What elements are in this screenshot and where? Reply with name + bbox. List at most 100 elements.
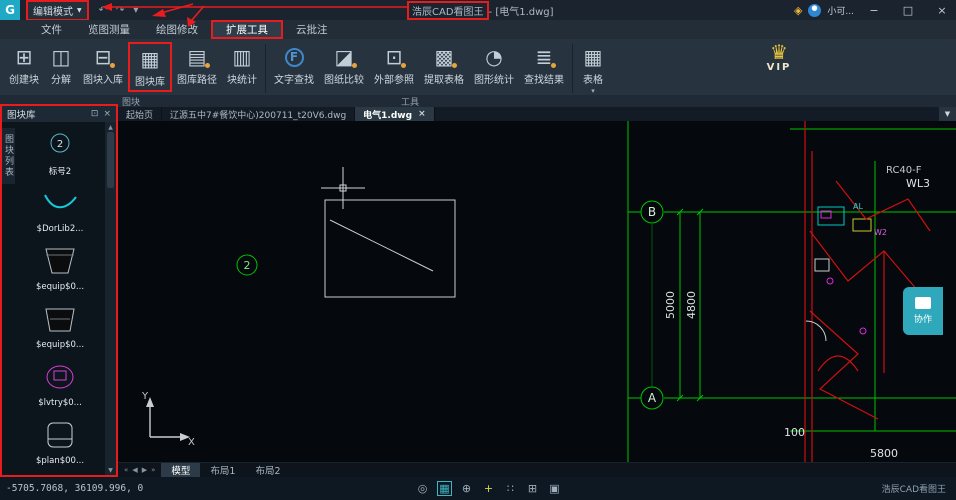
ribbon-separator [572,44,573,93]
scroll-up-icon[interactable]: ▲ [108,122,113,132]
dimension-100: 100 [784,426,805,439]
drawing-canvas-area[interactable]: B A 5000 4800 [118,121,956,462]
panel-title: 图块库 [7,107,36,121]
scroll-down-icon[interactable]: ▼ [108,465,113,475]
osnap-icon[interactable]: ◎ [415,481,430,496]
graphics-statistics-button[interactable]: ◔ 图形统计 [469,42,519,88]
collaborate-button[interactable]: 协作 [903,287,943,335]
tab-layout2[interactable]: 布局2 [245,463,290,477]
cursor-coordinates: -5705.7068, 36109.996, 0 [0,483,143,494]
external-reference-button[interactable]: ⊡ 外部参照 [369,42,419,88]
list-item[interactable]: $equip$0... [15,296,105,354]
label-wl3: WL3 [906,177,930,190]
snap-spacing-icon[interactable]: ∷ [503,481,518,496]
app-window: G 编辑模式 ▼ ↶ ↷ ▾ 浩辰CAD看图王 - [电气1.dwg] ◈ 小可… [0,0,956,500]
toolbar-dropdown-icon[interactable]: ▾ [133,5,138,16]
button-label: 块统计 [227,71,257,86]
menu-extended-tools[interactable]: 扩展工具 [211,20,283,39]
text-find-button[interactable]: F 文字查找 [269,42,319,88]
block-to-library-button[interactable]: ⊟ 图块入库 [78,42,128,88]
table-button[interactable]: ▦ 表格 ▾ [576,42,610,97]
vip-badge[interactable]: ♛ VIP [757,42,801,73]
grid-toggle-icon[interactable]: ▦ [437,481,452,496]
minimize-button[interactable]: − [860,0,888,20]
button-label: 文字查找 [274,71,314,86]
drawing-canvas[interactable]: B A 5000 4800 [118,121,956,462]
tab-start-page[interactable]: 起始页 [118,107,162,121]
crosshair-toggle-icon[interactable]: + [481,481,496,496]
tab-layout1[interactable]: 布局1 [200,463,245,477]
drawing-compare-button[interactable]: ◪ 图纸比较 [319,42,369,88]
tab-drawing-electrical[interactable]: 电气1.dwg × [355,107,434,121]
menu-cloud-annotation[interactable]: 云批注 [283,20,341,39]
ortho-icon[interactable]: ⊞ [525,481,540,496]
find-results-button[interactable]: ≣ 查找结果 [519,42,569,88]
tab-model[interactable]: 模型 [161,463,200,477]
menu-file[interactable]: 文件 [28,20,75,39]
button-label: 查找结果 [524,71,564,86]
create-block-button[interactable]: ⊞ 创建块 [4,42,44,88]
list-item[interactable]: $DorLib2... [15,180,105,238]
explode-button[interactable]: ◫ 分解 [44,42,78,88]
pin-icon[interactable]: ⊡ [91,109,99,119]
accent-dot [401,63,406,68]
maximize-button[interactable]: □ [894,0,922,20]
fullscreen-icon[interactable]: ▣ [547,481,562,496]
ribbon-separator [265,44,266,93]
chevron-down-icon[interactable]: ▾ [591,87,595,95]
first-layout-icon[interactable]: « [124,466,128,474]
titlebar-right-cluster: ◈ 小可... − □ × [794,0,956,20]
crown-icon: ♛ [770,42,788,62]
status-bar: -5705.7068, 36109.996, 0 ◎ ▦ ⊕ + ∷ ⊞ ▣ 浩… [0,477,956,500]
user-avatar[interactable] [808,4,821,17]
panel-scrollbar[interactable]: ▲ ▼ [105,122,116,475]
panel-close-icon[interactable]: × [103,109,111,119]
crosshair-cursor [321,167,365,209]
extract-table-icon: ▩ [435,44,454,70]
close-button[interactable]: × [928,0,956,20]
collaborate-label: 协作 [914,312,932,325]
username-label[interactable]: 小可... [827,4,854,17]
tab-list-dropdown[interactable]: ▼ [939,107,956,121]
block-statistics-button[interactable]: ▥ 块统计 [222,42,262,88]
text-find-icon: F [285,44,304,70]
app-title-brand: 浩辰CAD看图王 [407,1,489,20]
axis-y-label: Y [141,391,149,402]
edit-mode-dropdown[interactable]: 编辑模式 ▼ [26,0,89,21]
extract-table-button[interactable]: ▩ 提取表格 [419,42,469,88]
library-path-button[interactable]: ▤ 图库路径 [172,42,222,88]
tab-drawing-1[interactable]: 辽源五中7#餐饮中心)200711_t20V6.dwg [162,107,355,121]
undo-icon[interactable]: ↶ [99,5,107,16]
block-label: $lvtry$0... [38,398,82,408]
list-item[interactable]: $equip$0... [15,238,105,296]
menu-view-measure[interactable]: 览图测量 [75,20,143,39]
block-thumb-plan [40,417,80,455]
prev-layout-icon[interactable]: ◀ [132,466,137,474]
block-list-side-tab[interactable]: 图块列表 [2,128,15,184]
menu-draw-modify[interactable]: 绘图修改 [143,20,211,39]
list-item[interactable]: $lvtry$0... [15,354,105,412]
list-item[interactable]: 2 标号2 [15,122,105,180]
last-layout-icon[interactable]: » [151,466,155,474]
status-icons: ◎ ▦ ⊕ + ∷ ⊞ ▣ [415,481,562,496]
table-icon: ▦ [584,44,603,70]
graphics-statistics-icon: ◔ [485,44,502,70]
chevron-down-icon: ▼ [77,7,82,14]
scrollbar-thumb[interactable] [107,132,114,188]
next-layout-icon[interactable]: ▶ [142,466,147,474]
app-title-document: - [电气1.dwg] [489,3,554,18]
title-bar: G 编辑模式 ▼ ↶ ↷ ▾ 浩辰CAD看图王 - [电气1.dwg] ◈ 小可… [0,0,956,20]
accent-dot [110,63,115,68]
tab-close-icon[interactable]: × [418,109,426,119]
block-library-button[interactable]: ▦ 图块库 [128,42,172,92]
zoom-icon[interactable]: ⊕ [459,481,474,496]
list-item[interactable] [15,470,105,475]
button-label: 图块库 [135,73,165,88]
block-label: $equip$0... [36,282,84,292]
dimension-5800: 5800 [870,447,898,460]
block-library-panel: 图块库 ⊡ × 图块列表 2 标号2 [0,104,118,477]
member-badge-icon[interactable]: ◈ [794,4,802,17]
redo-icon[interactable]: ↷ [116,5,124,16]
chat-bubble-icon [915,297,931,309]
list-item[interactable]: $plan$00... [15,412,105,470]
